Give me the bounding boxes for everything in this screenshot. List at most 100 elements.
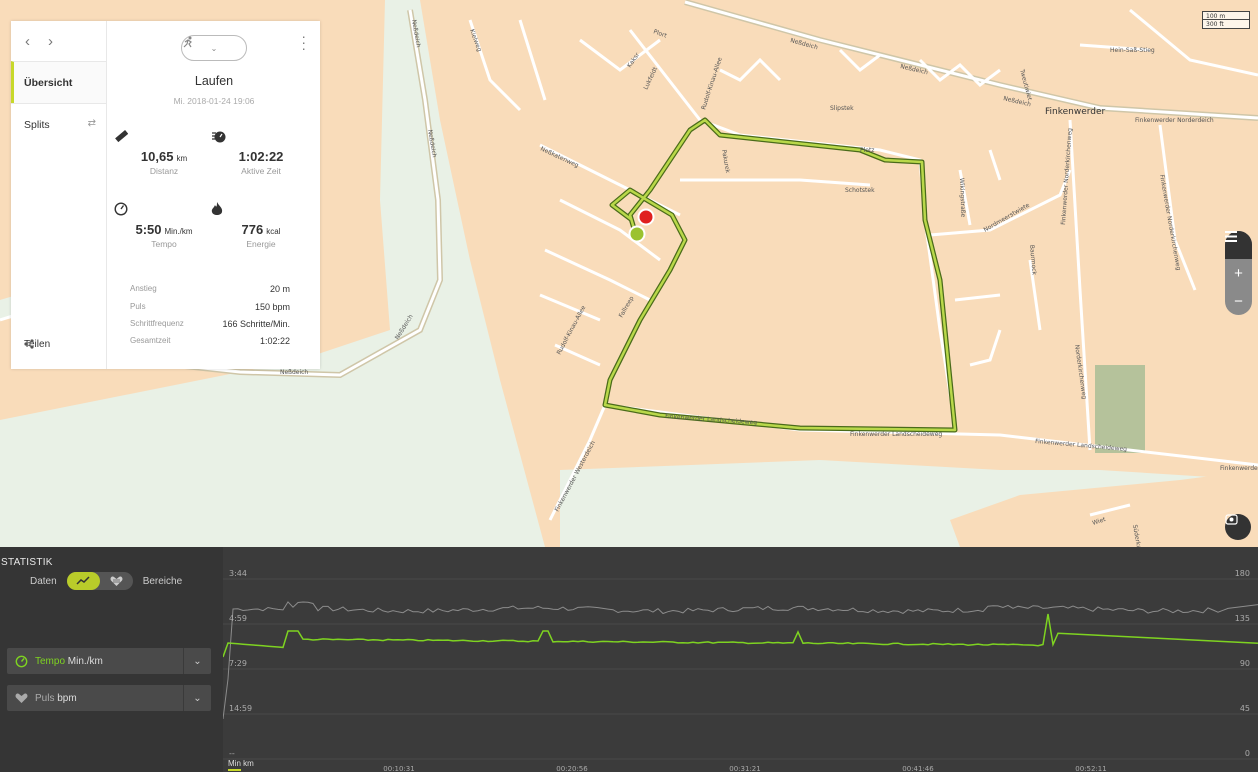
map-controls: + − [1225, 231, 1252, 315]
map-label-nessdeich-7: Neßdeich [280, 369, 308, 376]
statistics-controls: STATISTIK Daten Bereiche Tempo Min./km ⌄ [0, 547, 223, 772]
series-line-puls [222, 601, 1258, 720]
y-tick-label-right: 135 [1235, 614, 1250, 623]
metric-name: Tempo [35, 655, 66, 667]
stat-unit: kcal [266, 227, 281, 236]
metric-unit: bpm [57, 692, 77, 704]
heart-zones-icon [110, 576, 123, 586]
stat-unit: km [176, 154, 188, 163]
y-tick-label-left: -- [229, 749, 235, 758]
map-label-rudolf-kinau-2: Rudolf-Kinau-Allee [556, 304, 588, 356]
detail-key: Anstieg [130, 284, 157, 293]
unit-tabs[interactable]: Min km [228, 759, 254, 771]
map-label-norderkirchenweg-2: Finkenwerder Norderkirchenweg [1158, 174, 1182, 271]
toggle-label-data: Daten [30, 575, 57, 587]
detail-value: 150 bpm [254, 302, 290, 312]
panel-sidebar: ‹ › Übersicht Splits ⇄ Teilen [11, 21, 107, 369]
y-tick-label-right: 0 [1245, 749, 1250, 758]
speedometer-icon [114, 202, 128, 216]
view-toggle[interactable] [66, 572, 133, 590]
map-label-norderkirchenweg: Finkenwerder Norderkirchenweg [1060, 128, 1074, 225]
map-label-wikingstrasse: Wikingstraße [958, 178, 966, 218]
sidebar-item-overview[interactable]: Übersicht [11, 61, 106, 103]
workout-navigation: ‹ › [11, 21, 106, 61]
map-label-pakurek: Pakurek [720, 149, 731, 174]
x-tick-label: 00:41:46 [902, 765, 934, 772]
map-label-plort: Plort [652, 28, 668, 40]
ruler-icon [115, 129, 128, 143]
chart-svg[interactable]: 3:44 180 4:59 135 7:29 90 14:59 45 -- 0 00:10:31 00… [222, 547, 1258, 772]
map-label-baurmock: Baurmock [1028, 245, 1038, 276]
map-label-rudolf-kinau: Rudolf-Kinau-Allee [700, 56, 724, 110]
map-view[interactable]: Finkenwerder Finkenwerder Norderdeich Fi… [0, 0, 1258, 547]
map-label-kielweg: Kielweg [468, 28, 483, 53]
stat-pace: 5:50 Min./km Tempo [114, 202, 214, 249]
map-label-lukfeldt: Lukfeldt [642, 65, 659, 90]
stopwatch-icon [212, 131, 226, 143]
detail-row-cadence: Schrittfrequenz 166 Schritte/Min. [130, 319, 290, 329]
detail-value: 20 m [269, 284, 290, 294]
x-tick-label: 00:20:56 [556, 765, 588, 772]
x-tick-label: 00:10:31 [383, 765, 414, 772]
layers-button[interactable] [1225, 231, 1252, 259]
metric-select-pace[interactable]: Tempo Min./km ⌄ [7, 648, 211, 674]
previous-workout-button[interactable]: ‹ [25, 33, 30, 50]
map-label-landscheideweg-2: Finkenwerder Landscheideweg [665, 413, 758, 426]
y-tick-label-right: 90 [1240, 659, 1250, 668]
unit-tab-min[interactable]: Min [228, 759, 241, 771]
heart-icon [15, 693, 27, 703]
stat-unit: Min./km [164, 227, 193, 236]
workout-title: Laufen [194, 74, 234, 88]
stat-value: 1:02:22 [238, 149, 284, 164]
sidebar-item-label: Übersicht [24, 76, 73, 89]
share-button[interactable]: Teilen [24, 339, 50, 350]
detail-value: 1:02:22 [259, 336, 290, 346]
stat-distance: 10,65 km Distanz [114, 129, 214, 176]
stat-value: 776 [241, 222, 264, 237]
metric-select-heartrate[interactable]: Puls bpm ⌄ [7, 685, 211, 711]
route-start-marker [628, 225, 646, 243]
x-tick-label: 00:31:21 [729, 765, 760, 772]
detail-value: 166 Schritte/Min. [222, 319, 290, 329]
stat-label: Aktive Zeit [241, 166, 281, 176]
scale-imperial: 300 ft [1202, 20, 1250, 29]
route-end-marker [637, 208, 655, 226]
line-chart-icon [76, 576, 90, 585]
map-label-nesskatenweg: Neßkatenweg [539, 145, 580, 169]
stat-energy: 776 kcal Energie [211, 202, 311, 249]
panel-main: ⌄ · · · Laufen Mi. 2018-01-24 19:06 10,65 k… [108, 21, 320, 369]
detail-key: Puls [130, 302, 146, 311]
y-tick-label-right: 45 [1240, 704, 1250, 713]
zoom-in-button[interactable]: + [1225, 259, 1252, 287]
fit-route-button[interactable] [1225, 514, 1251, 540]
detail-row-ascent: Anstieg 20 m [130, 284, 290, 294]
more-options-button[interactable]: · · · [301, 29, 306, 55]
map-label-slipstek: Slipstek [830, 105, 854, 112]
next-workout-button[interactable]: › [48, 33, 53, 50]
map-label-plotz: Plotz [860, 147, 874, 154]
map-label-finkenwerder-norderdeich: Finkenwerder Norderdeich [1135, 117, 1214, 124]
unit-tab-km[interactable]: km [243, 759, 254, 769]
map-label-finkenwerder: Finkenwerder [1045, 107, 1106, 117]
zoom-out-button[interactable]: − [1225, 287, 1252, 315]
detail-row-total-time: Gesamtzeit 1:02:22 [130, 336, 290, 346]
flame-icon [211, 202, 223, 215]
map-label-fallreep: Fallreep [618, 295, 636, 319]
share-icon [24, 339, 34, 349]
stat-active-time: 1:02:22 Aktive Zeit [211, 129, 311, 176]
speedometer-icon [15, 655, 27, 667]
chevron-down-icon[interactable]: ⌄ [183, 685, 211, 711]
view-toggle-row: Daten Bereiche [30, 572, 182, 590]
statistics-chart[interactable]: 3:44 180 4:59 135 7:29 90 14:59 45 -- 0 00:10:31 00… [222, 547, 1258, 772]
toggle-zones-option[interactable] [100, 572, 133, 590]
metric-unit: Min./km [67, 655, 103, 667]
toggle-data-option[interactable] [66, 572, 100, 590]
chevron-down-icon[interactable]: ⌄ [183, 648, 211, 674]
statistics-section: STATISTIK Daten Bereiche Tempo Min./km ⌄ [0, 547, 1258, 772]
sport-type-select[interactable]: ⌄ [181, 35, 247, 61]
map-label-finkenwerder-right: Finkenwerder [1220, 465, 1258, 472]
workout-datetime: Mi. 2018-01-24 19:06 [173, 96, 255, 106]
sidebar-item-splits[interactable]: Splits ⇄ [11, 103, 106, 145]
stat-value: 10,65 [140, 149, 174, 164]
map-label-landscheideweg-3: Finkenwerder Landscheideweg [850, 431, 942, 438]
